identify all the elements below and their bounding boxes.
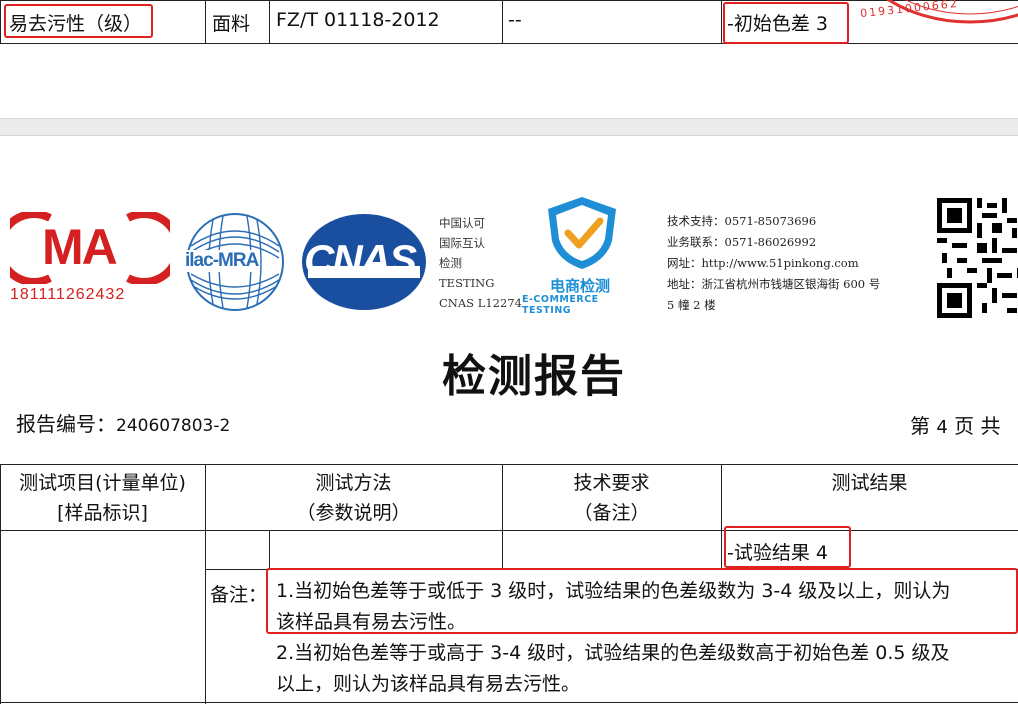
page-number: 4	[936, 417, 948, 438]
report-title: 检测报告	[442, 351, 626, 402]
cnas-text: CNAS	[304, 236, 417, 283]
cnas-info: 中国认可 国际互认 检测 TESTING CNAS L12274	[439, 213, 522, 313]
report-number-value: 240607803-2	[116, 416, 231, 436]
ilac-mra-logo: ilac-MRA	[183, 212, 287, 312]
contact-website: 网址：http://www.51pinkong.com	[667, 256, 859, 270]
contact-address: 地址：浙江省杭州市钱塘区银海街 600 号	[667, 277, 881, 291]
header-param-note: （参数说明）	[296, 502, 411, 524]
ecommerce-cn: 电商检测	[550, 277, 611, 295]
cnas-info-line: 国际互认	[439, 236, 485, 250]
header-sample-id: [样品标识]	[57, 502, 148, 524]
note-label: 备注：	[210, 584, 268, 606]
page-separator	[0, 118, 1018, 136]
cnas-logo: CNAS	[300, 212, 428, 312]
page-prefix: 第	[910, 414, 930, 438]
ecommerce-logo: 电商检测 E-COMMERCE TESTING	[522, 193, 642, 316]
cnas-info-line: 中国认可	[439, 216, 485, 230]
highlight-box-note1	[266, 568, 1018, 634]
top-material-cell: 面料	[212, 13, 251, 35]
page-suffix: 页 共	[954, 414, 1001, 438]
header-test-method: 测试方法	[315, 472, 392, 494]
qr-code	[937, 198, 1018, 318]
report-number-label: 报告编号：	[16, 412, 116, 436]
contact-business: 业务联系：0571-86026992	[667, 235, 817, 249]
header-test-result: 测试结果	[831, 472, 908, 494]
cnas-info-line: TESTING	[439, 276, 495, 290]
top-requirement-cell: --	[508, 9, 522, 31]
highlight-box-result	[724, 526, 851, 568]
header-tech-req: 技术要求	[573, 472, 650, 494]
cma-number: 181111262432	[10, 286, 126, 303]
seal-stamp: 01931000662	[830, 0, 1018, 30]
header-test-item: 测试项目(计量单位)	[19, 472, 186, 494]
report-number: 报告编号：240607803-2	[16, 408, 230, 437]
top-method-cell: FZ/T 01118-2012	[276, 9, 440, 31]
ecommerce-en: E-COMMERCE TESTING	[522, 294, 599, 316]
page-indicator: 第 4 页 共	[910, 410, 1001, 439]
cnas-info-line: 检测	[439, 256, 462, 270]
note2-line1: 2.当初始色差等于或高于 3-4 级时，试验结果的色差级数高于初始色差 0.5 …	[276, 642, 950, 664]
contact-tech-support: 技术支持：0571-85073696	[667, 214, 817, 228]
contact-address-2: 5 幢 2 楼	[667, 298, 716, 312]
header-remark: （备注）	[573, 502, 650, 524]
cma-logo: MA 181111262432	[0, 210, 182, 307]
ilac-text: ilac-MRA	[185, 250, 259, 272]
cnas-info-line: CNAS L12274	[439, 296, 522, 310]
highlight-box-item	[4, 4, 153, 38]
cma-text: MA	[42, 219, 118, 275]
note2-line2: 以上，则认为该样品具有易去污性。	[276, 673, 581, 695]
contact-block: 技术支持：0571-85073696 业务联系：0571-86026992 网址…	[667, 211, 880, 316]
